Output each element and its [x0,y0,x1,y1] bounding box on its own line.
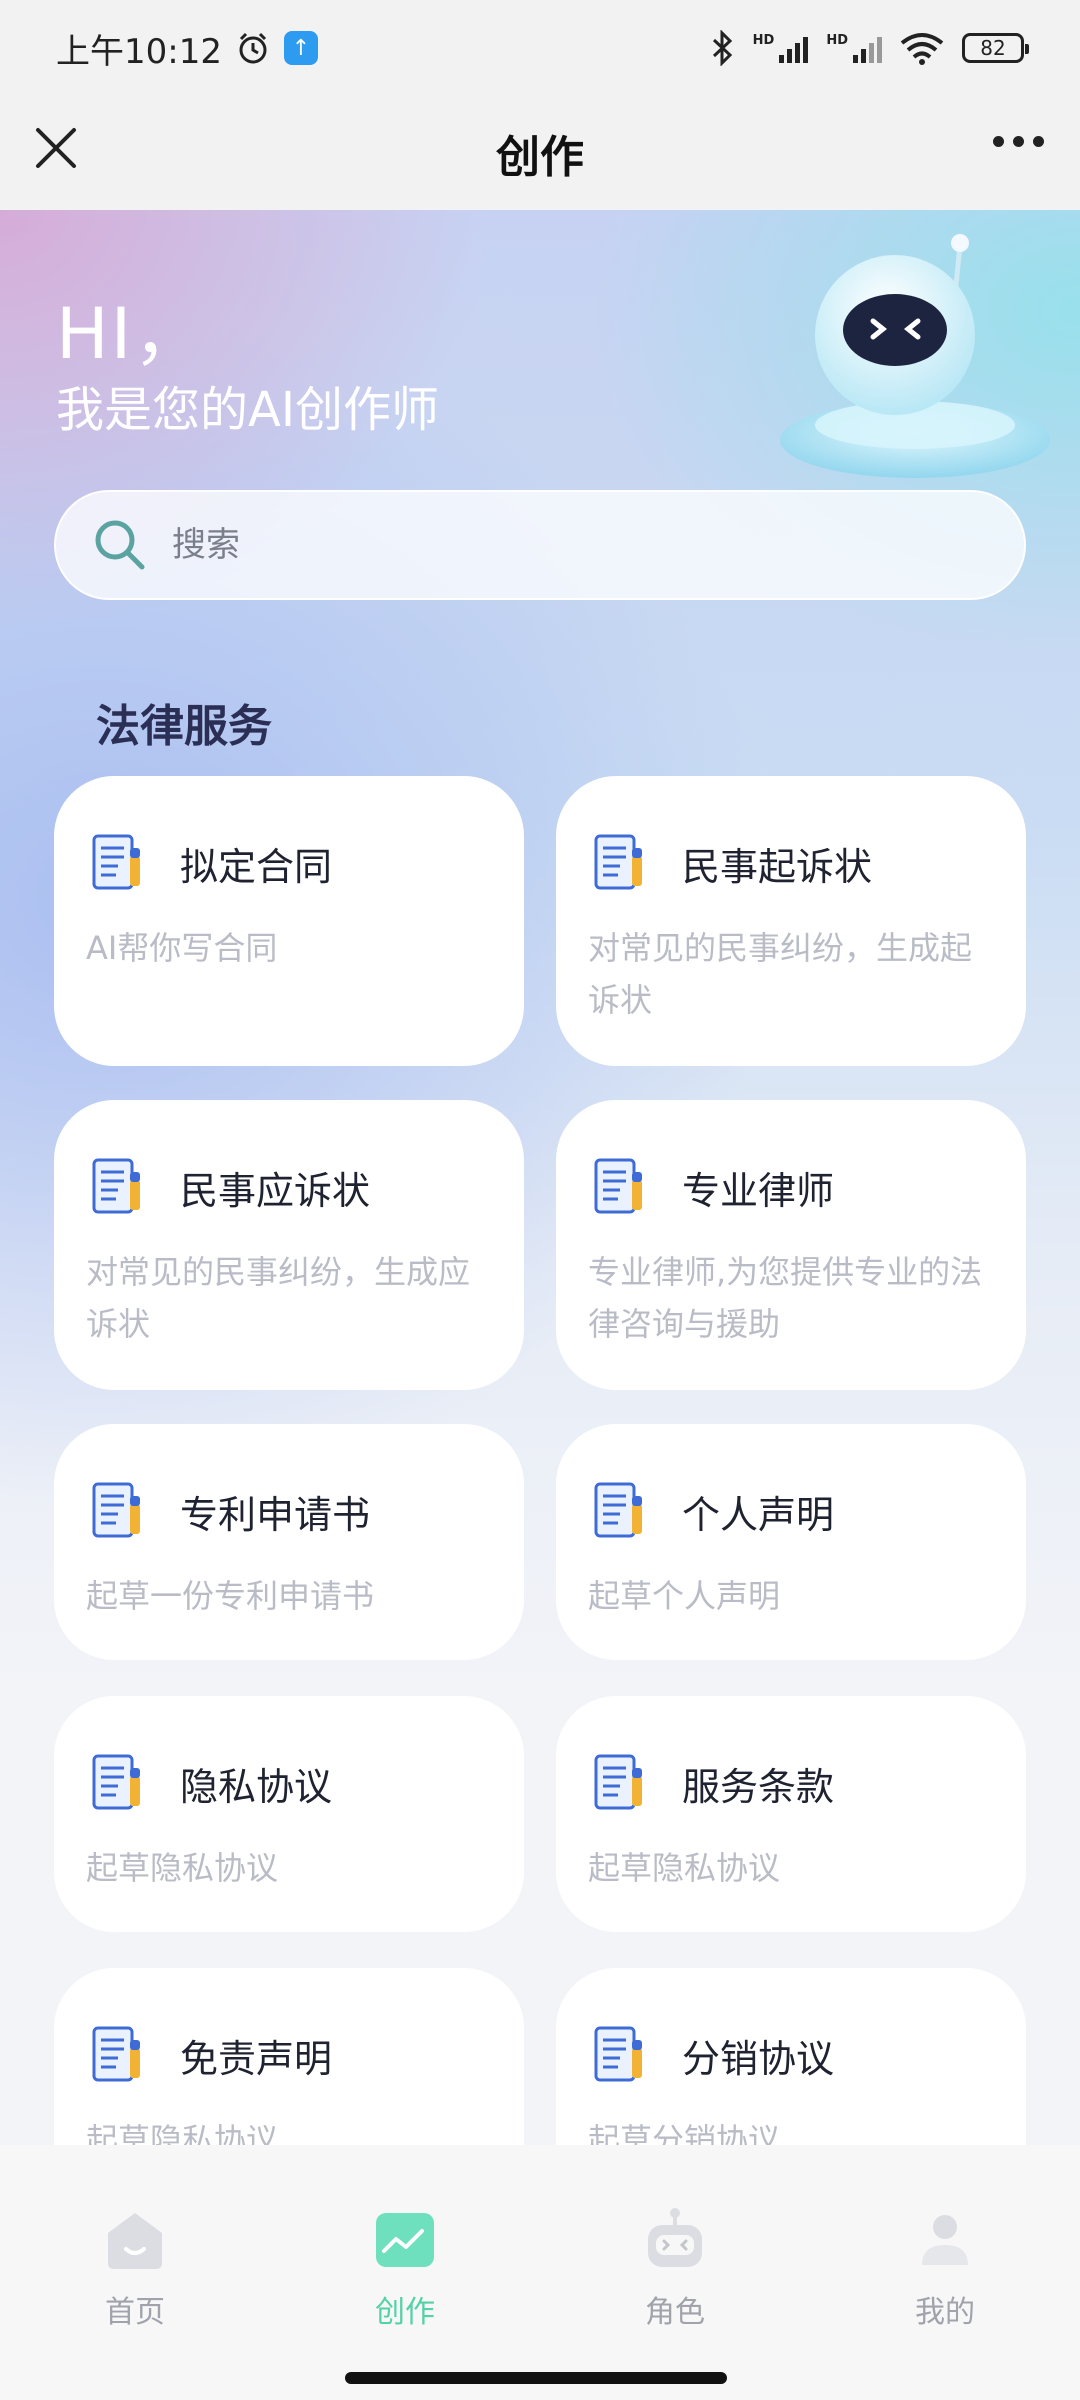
card-description: 起草隐私协议 [86,1849,279,1887]
search-bar[interactable] [54,490,1026,600]
status-time: 上午10:12 [56,31,222,72]
card-description: 对常见的民事纠纷，生成应诉状 [86,1253,471,1343]
card-title: 个人声明 [682,1492,835,1537]
service-card[interactable]: 民事起诉状 对常见的民事纠纷，生成起诉状 [556,776,1026,1066]
nav-bar: 创作 [0,96,1080,210]
tab-role[interactable]: 角色 [575,2205,775,2331]
document-icon [92,1754,140,1810]
card-description: 对常见的民事纠纷，生成起诉状 [588,929,973,1019]
document-icon [594,2026,642,2082]
battery-level: 82 [980,36,1006,60]
signal-icon-1: HD [753,33,809,63]
greeting-title: HI， [56,293,206,375]
greeting-subtitle: 我是您的AI创作师 [56,382,439,438]
search-icon [95,520,145,570]
document-icon [594,834,642,890]
status-left: 上午10:12 ↑ [56,24,318,73]
card-title: 专利申请书 [180,1492,371,1537]
card-title: 专业律师 [682,1168,835,1213]
card-title: 隐私协议 [180,1764,333,1809]
alarm-icon [239,32,267,64]
tab-create[interactable]: 创作 [305,2205,505,2331]
card-description: 起草隐私协议 [588,1849,781,1887]
status-right: HD HD 82 [711,30,1029,66]
document-icon [92,834,140,890]
tab-label: 创作 [375,2295,435,2330]
tab-profile[interactable]: 我的 [845,2205,1045,2331]
service-card[interactable]: 服务条款 起草隐私协议 [556,1696,1026,1932]
close-icon[interactable] [30,122,90,182]
battery-icon: 82 [962,33,1029,63]
service-card[interactable]: 隐私协议 起草隐私协议 [54,1696,524,1932]
card-title: 民事应诉状 [180,1168,371,1213]
tab-label: 角色 [645,2295,705,2330]
service-card[interactable]: 拟定合同 AI帮你写合同 [54,776,524,1066]
card-description: 专业律师,为您提供专业的法律咨询与援助 [588,1253,983,1343]
card-title: 免责声明 [180,2036,333,2081]
document-icon [92,2026,140,2082]
robot-mascot-icon [780,234,1050,478]
robot-icon [648,2208,702,2267]
page-title: 创作 [496,132,584,183]
card-title: 服务条款 [682,1764,835,1809]
hd-label: HD [752,33,775,48]
hd-label: HD [826,33,848,48]
bottom-tab-bar: 首页 创作 角色 我的 [0,2145,1080,2400]
service-card[interactable]: 专利申请书 起草一份专利申请书 [54,1424,524,1660]
document-icon [594,1482,642,1538]
search-input[interactable] [172,525,972,565]
section-title: 法律服务 [96,701,272,752]
document-icon [92,1482,140,1538]
card-title: 拟定合同 [180,844,333,889]
document-icon [92,1158,140,1214]
notification-app-icon: ↑ [283,31,318,65]
document-icon [594,1754,642,1810]
document-icon [594,1158,642,1214]
card-description: 起草个人声明 [588,1577,781,1615]
service-card[interactable]: 民事应诉状 对常见的民事纠纷，生成应诉状 [54,1100,524,1390]
tab-home[interactable]: 首页 [35,2205,235,2331]
service-card[interactable]: 专业律师 专业律师,为您提供专业的法律咨询与援助 [556,1100,1026,1390]
create-icon [376,2213,434,2267]
card-title: 民事起诉状 [682,844,873,889]
more-icon[interactable] [993,136,1044,147]
card-title: 分销协议 [682,2036,835,2081]
status-bar: 上午10:12 ↑ HD HD 82 [0,0,1080,96]
home-icon [108,2213,162,2269]
card-description: AI帮你写合同 [86,929,278,967]
service-card[interactable]: 个人声明 起草个人声明 [556,1424,1026,1660]
card-description: 起草一份专利申请书 [86,1577,375,1615]
tab-label: 我的 [915,2295,975,2330]
signal-icon-2: HD [826,33,882,63]
tab-label: 首页 [105,2295,165,2330]
bluetooth-icon [712,30,732,66]
home-indicator [345,2372,727,2384]
wifi-icon [900,33,944,65]
profile-icon [922,2215,968,2265]
